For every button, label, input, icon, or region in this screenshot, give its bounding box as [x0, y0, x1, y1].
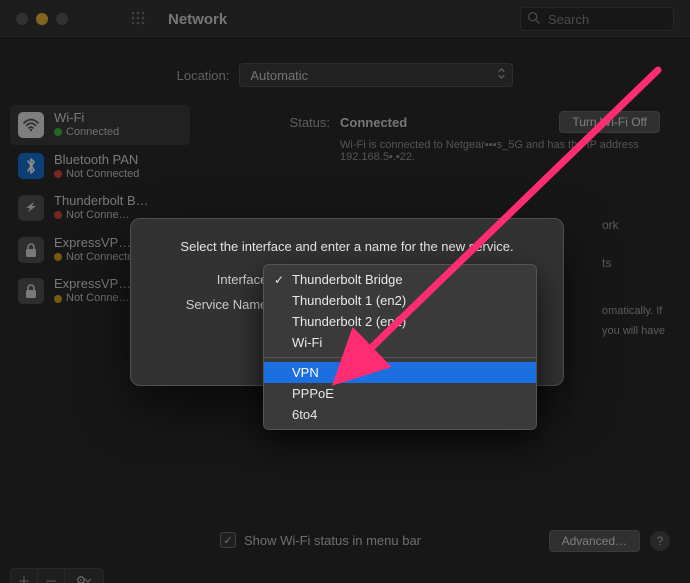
service-name-label: Service Name:	[151, 297, 271, 312]
menu-item-thunderbolt-bridge[interactable]: ✓ Thunderbolt Bridge	[264, 269, 536, 290]
menu-item-label: VPN	[292, 365, 319, 380]
menu-item-label: PPPoE	[292, 386, 334, 401]
menu-item-wi-fi[interactable]: Wi-Fi	[264, 332, 536, 353]
sheet-prompt: Select the interface and enter a name fo…	[151, 239, 543, 254]
menu-item-6to4[interactable]: 6to4	[264, 404, 536, 425]
menu-item-thunderbolt-2-en1-[interactable]: Thunderbolt 2 (en1)	[264, 311, 536, 332]
menu-item-label: Thunderbolt 1 (en2)	[292, 293, 406, 308]
checkmark-icon: ✓	[274, 273, 284, 287]
network-preferences-window: Network Location: Automatic Wi-FiConnect…	[0, 0, 690, 583]
menu-item-label: Thunderbolt Bridge	[292, 272, 403, 287]
interface-menu[interactable]: ✓ Thunderbolt Bridge Thunderbolt 1 (en2) Th…	[263, 264, 537, 430]
menu-item-label: 6to4	[292, 407, 317, 422]
menu-item-label: Wi-Fi	[292, 335, 322, 350]
menu-item-thunderbolt-1-en2-[interactable]: Thunderbolt 1 (en2)	[264, 290, 536, 311]
interface-label: Interface:	[151, 272, 271, 287]
menu-item-pppoe[interactable]: PPPoE	[264, 383, 536, 404]
menu-item-label: Thunderbolt 2 (en1)	[292, 314, 406, 329]
menu-item-vpn[interactable]: VPN	[264, 362, 536, 383]
menu-separator	[264, 357, 536, 358]
